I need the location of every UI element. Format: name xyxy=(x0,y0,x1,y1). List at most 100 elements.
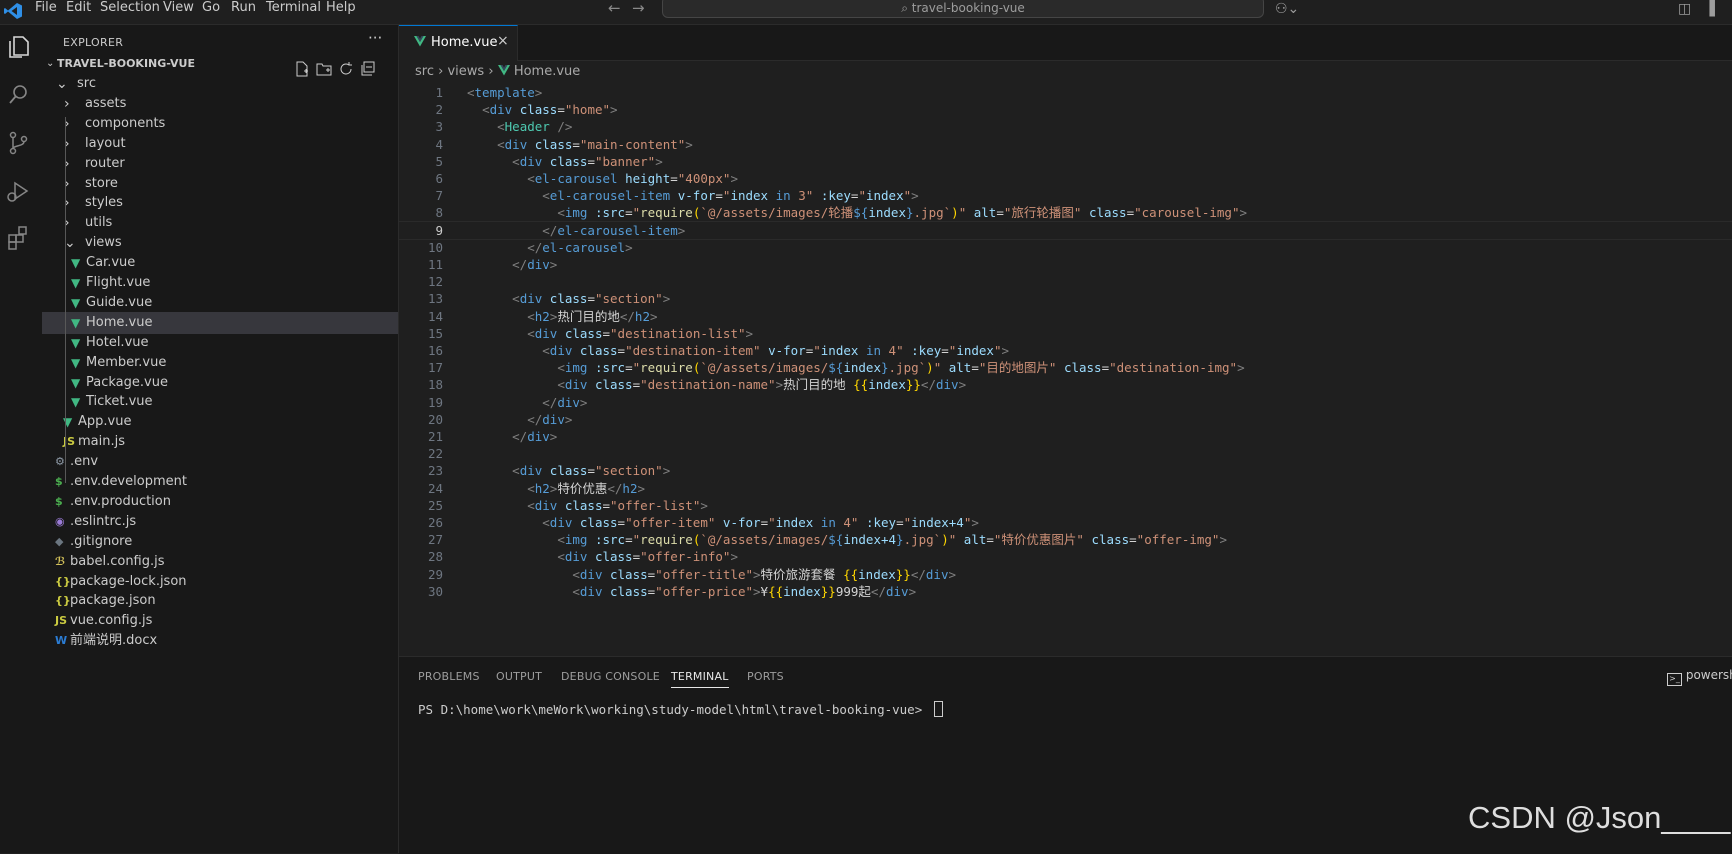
tree-item[interactable]: ▼ Member.vue xyxy=(42,352,398,374)
tree-item[interactable]: JS main.js xyxy=(42,431,398,453)
code-line[interactable]: 21 </div> xyxy=(399,427,1732,446)
code-line[interactable]: 8 <img :src="require(`@/assets/images/轮播… xyxy=(399,203,1732,222)
code-line[interactable]: 30 <div class="offer-price">¥{{index}}99… xyxy=(399,582,1732,601)
breadcrumb-file[interactable]: Home.vue xyxy=(514,64,580,79)
code-line[interactable]: 18 <div class="destination-name">热门目的地 {… xyxy=(399,375,1732,394)
menu-file[interactable]: File xyxy=(35,0,57,20)
menu-terminal[interactable]: Terminal xyxy=(266,0,321,20)
line-number: 27 xyxy=(427,532,443,548)
more-actions-icon[interactable]: ··· xyxy=(368,29,382,47)
tree-item[interactable]: ▼ Hotel.vue xyxy=(42,332,398,354)
tab-problems[interactable]: PROBLEMS xyxy=(418,670,480,683)
code-line[interactable]: 14 <h2>热门目的地</h2> xyxy=(399,307,1732,326)
menu-go[interactable]: Go xyxy=(202,0,220,20)
tree-item[interactable]: ⌄ views xyxy=(42,232,398,254)
tab-ports[interactable]: PORTS xyxy=(747,670,784,683)
forward-arrow-icon[interactable]: → xyxy=(632,0,645,17)
tab-output[interactable]: OUTPUT xyxy=(496,670,542,683)
back-arrow-icon[interactable]: ← xyxy=(608,0,621,17)
code-text: <el-carousel height="400px"> xyxy=(527,171,738,186)
terminal-instance[interactable]: >_ powershe xyxy=(1667,668,1732,686)
code-line[interactable]: 25 <div class="offer-list"> xyxy=(399,496,1732,515)
tree-item[interactable]: ▼ Ticket.vue xyxy=(42,391,398,413)
code-line[interactable]: 7 <el-carousel-item v-for="index in 3" :… xyxy=(399,186,1732,205)
tree-item[interactable]: {} package-lock.json xyxy=(42,571,398,593)
code-line[interactable]: 24 <h2>特价优惠</h2> xyxy=(399,479,1732,498)
tab-terminal[interactable]: TERMINAL xyxy=(671,670,729,688)
code-line[interactable]: 5 <div class="banner"> xyxy=(399,152,1732,171)
source-control-icon[interactable] xyxy=(4,129,32,157)
menu-edit[interactable]: Edit xyxy=(66,0,91,20)
tree-item-label: src xyxy=(77,76,96,91)
menu-run[interactable]: Run xyxy=(231,0,256,20)
tree-item[interactable]: ◆ .gitignore xyxy=(42,531,398,553)
tree-item[interactable]: › router xyxy=(42,153,398,175)
search-icon[interactable] xyxy=(4,81,32,109)
code-line[interactable]: 29 <div class="offer-title">特价旅游套餐 {{ind… xyxy=(399,565,1732,584)
tree-item[interactable]: $ .env.development xyxy=(42,471,398,493)
tree-item-label: Ticket.vue xyxy=(86,394,153,410)
tree-item[interactable]: ▼ Car.vue xyxy=(42,252,398,274)
tree-item[interactable]: ▼ Flight.vue xyxy=(42,272,398,294)
tree-item-label: .env xyxy=(70,454,99,470)
code-line[interactable]: 17 <img :src="require(`@/assets/images/$… xyxy=(399,358,1732,377)
code-line[interactable]: 19 </div> xyxy=(399,393,1732,412)
breadcrumb-views[interactable]: views xyxy=(447,64,484,79)
toggle-sidebar-icon[interactable]: ▐ xyxy=(1704,1,1715,17)
code-line[interactable]: 23 <div class="section"> xyxy=(399,461,1732,480)
tree-item[interactable]: ◉ .eslintrc.js xyxy=(42,511,398,533)
code-line[interactable]: 22 xyxy=(399,444,1732,463)
tree-item[interactable]: ▼ Home.vue xyxy=(42,311,398,334)
terminal-output[interactable]: PS D:\home\work\meWork\working\study-mod… xyxy=(418,701,943,717)
explorer-files-icon[interactable] xyxy=(4,33,32,61)
tab-debug-console[interactable]: DEBUG CONSOLE xyxy=(561,670,660,683)
code-line[interactable]: 3 <Header /> xyxy=(399,117,1732,136)
extensions-icon[interactable] xyxy=(4,223,32,251)
code-text: <div class="offer-info"> xyxy=(557,549,738,565)
tree-item[interactable]: ▼ Package.vue xyxy=(42,372,398,394)
tree-item[interactable]: › layout xyxy=(42,133,398,155)
tree-item[interactable]: W 前端说明.docx xyxy=(42,630,398,652)
tree-item[interactable]: › components xyxy=(42,113,398,135)
code-line[interactable]: 27 <img :src="require(`@/assets/images/$… xyxy=(399,530,1732,549)
copilot-icon[interactable]: ⚇⌄ xyxy=(1275,1,1299,17)
code-line[interactable]: 15 <div class="destination-list"> xyxy=(399,324,1732,343)
code-line[interactable]: 28 <div class="offer-info"> xyxy=(399,547,1732,566)
tree-item[interactable]: JS vue.config.js xyxy=(42,610,398,632)
tree-item[interactable]: ⌄ src xyxy=(42,73,398,95)
code-line[interactable]: 16 <div class="destination-item" v-for="… xyxy=(399,341,1732,360)
code-line[interactable]: 4 <div class="main-content"> xyxy=(399,135,1732,154)
code-line[interactable]: 10 </el-carousel> xyxy=(399,238,1732,257)
code-line[interactable]: 26 <div class="offer-item" v-for="index … xyxy=(399,513,1732,532)
code-line[interactable]: 20 </div> xyxy=(399,410,1732,429)
tree-item[interactable]: › store xyxy=(42,173,398,195)
tree-item[interactable]: ▼ Guide.vue xyxy=(42,292,398,314)
menu-view[interactable]: View xyxy=(163,0,194,20)
tree-item[interactable]: {} package.json xyxy=(42,590,398,612)
menu-help[interactable]: Help xyxy=(326,0,356,20)
code-line[interactable]: 12 xyxy=(399,272,1732,291)
code-line[interactable]: 11 </div> xyxy=(399,255,1732,274)
code-line[interactable]: 9 </el-carousel-item> xyxy=(399,220,1732,240)
tree-item[interactable]: ℬbabel.config.js xyxy=(42,551,398,573)
search-icon: ⌕ xyxy=(901,1,908,15)
menu-selection[interactable]: Selection xyxy=(100,0,160,20)
code-line[interactable]: 6 <el-carousel height="400px"> xyxy=(399,169,1732,188)
code-line[interactable]: 13 <div class="section"> xyxy=(399,289,1732,308)
explorer-root-folder[interactable]: ⌄ TRAVEL-BOOKING-VUE xyxy=(42,53,398,75)
tree-item[interactable]: › utils xyxy=(42,212,398,234)
tree-item[interactable]: › assets xyxy=(42,93,398,115)
toggle-panel-icon[interactable]: ◫ xyxy=(1678,1,1691,17)
line-number: 3 xyxy=(435,119,443,135)
tree-item[interactable]: ▼ App.vue xyxy=(42,411,398,433)
tree-item[interactable]: › styles xyxy=(42,192,398,214)
command-center-search[interactable]: ⌕ travel-booking-vue xyxy=(662,0,1264,18)
breadcrumb-src[interactable]: src xyxy=(415,64,434,79)
close-tab-icon[interactable]: × xyxy=(497,33,509,49)
run-debug-icon[interactable] xyxy=(4,177,32,205)
tab-home-vue[interactable]: Home.vue × xyxy=(399,25,518,61)
code-line[interactable]: 1 <template> xyxy=(399,83,1732,102)
tree-item[interactable]: $ .env.production xyxy=(42,491,398,513)
code-line[interactable]: 2 <div class="home"> xyxy=(399,100,1732,119)
tree-item[interactable]: ⚙ .env xyxy=(42,451,398,473)
